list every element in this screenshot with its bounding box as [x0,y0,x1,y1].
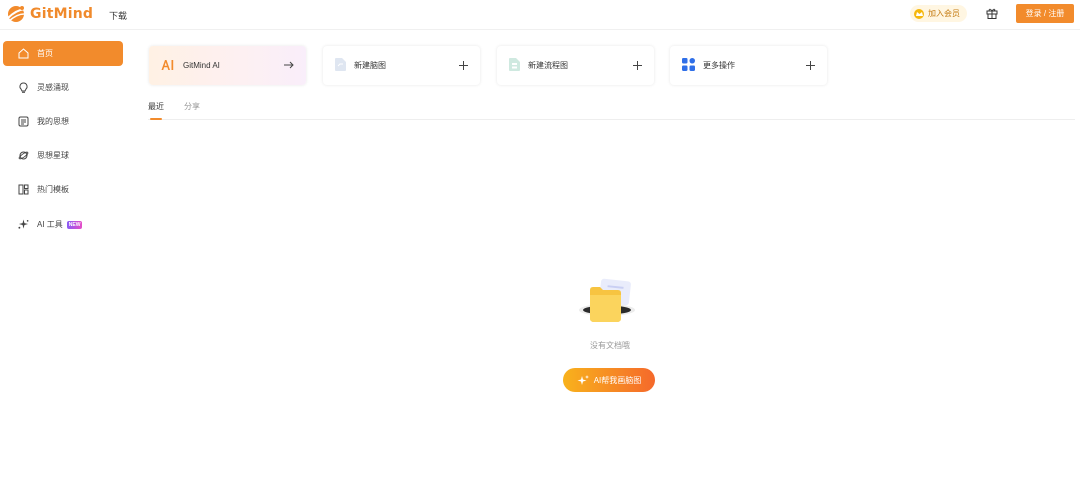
tab-recent[interactable]: 最近 [148,101,164,112]
ai-button-label: AI帮我画脑图 [593,375,642,385]
login-register-button[interactable]: 登录 / 注册 [1016,4,1074,23]
gitmind-logo-icon [6,4,26,24]
grid-icon [682,58,695,73]
top-header: GitMind 下载 加入会员 登录 / 注册 [0,0,1080,30]
document-tabs: 最近 分享 [148,96,1075,120]
planet-icon [18,150,29,161]
sidebar-item-planet[interactable]: 思想星球 [3,143,123,168]
active-tab-indicator [150,118,162,120]
plus-icon[interactable] [804,59,816,71]
card-label: GitMind AI [183,61,220,70]
sidebar-item-home[interactable]: 首页 [3,41,123,66]
new-badge: NEW [66,220,83,229]
sparkle-icon [18,219,29,230]
card-label: 新建流程图 [528,61,568,70]
card-label: 新建脑图 [354,61,386,70]
sparkle-icon [577,374,589,385]
nav-download-link[interactable]: 下载 [109,9,127,22]
sidebar-item-label: 我的思想 [37,117,69,126]
sidebar-item-label: 思想星球 [37,151,69,160]
sidebar-item-label: 热门模板 [37,185,69,194]
crown-icon [914,8,924,19]
flowchart-file-icon [509,58,520,73]
card-label: 更多操作 [703,61,735,70]
sidebar-item-label: AI 工具 [37,220,63,229]
sidebar-item-ai-tools[interactable]: AI 工具 NEW [3,212,123,237]
card-new-flowchart[interactable]: 新建流程图 [497,46,654,85]
card-new-mindmap[interactable]: 新建脑图 [323,46,480,85]
home-icon [18,48,29,59]
lightbulb-icon [18,82,29,93]
join-vip-button[interactable]: 加入会员 [910,5,967,22]
logo[interactable]: GitMind [6,4,93,24]
logo-text: GitMind [30,6,94,22]
tab-shared[interactable]: 分享 [184,101,200,112]
sidebar-item-label: 首页 [37,49,53,58]
sidebar-item-label: 灵感涌现 [37,83,69,92]
card-more-actions[interactable]: 更多操作 [670,46,827,85]
card-gitmind-ai[interactable]: GitMind AI [149,46,306,85]
gift-icon[interactable] [986,8,998,21]
template-icon [18,184,29,195]
plus-icon[interactable] [631,59,643,71]
mindmap-file-icon [335,58,346,73]
sidebar-item-my-thoughts[interactable]: 我的思想 [3,109,123,134]
ai-draw-mindmap-button[interactable]: AI帮我画脑图 [563,368,655,392]
ai-logo-icon [161,59,175,73]
sidebar-item-inspiration[interactable]: 灵感涌现 [3,75,123,100]
document-icon [18,116,29,127]
sidebar-item-templates[interactable]: 热门模板 [3,177,123,202]
plus-icon[interactable] [457,59,469,71]
empty-state-message: 没有文档哦 [590,341,630,350]
empty-folder-icon [574,276,640,330]
arrow-right-icon[interactable] [283,59,295,71]
vip-label: 加入会员 [928,9,960,18]
